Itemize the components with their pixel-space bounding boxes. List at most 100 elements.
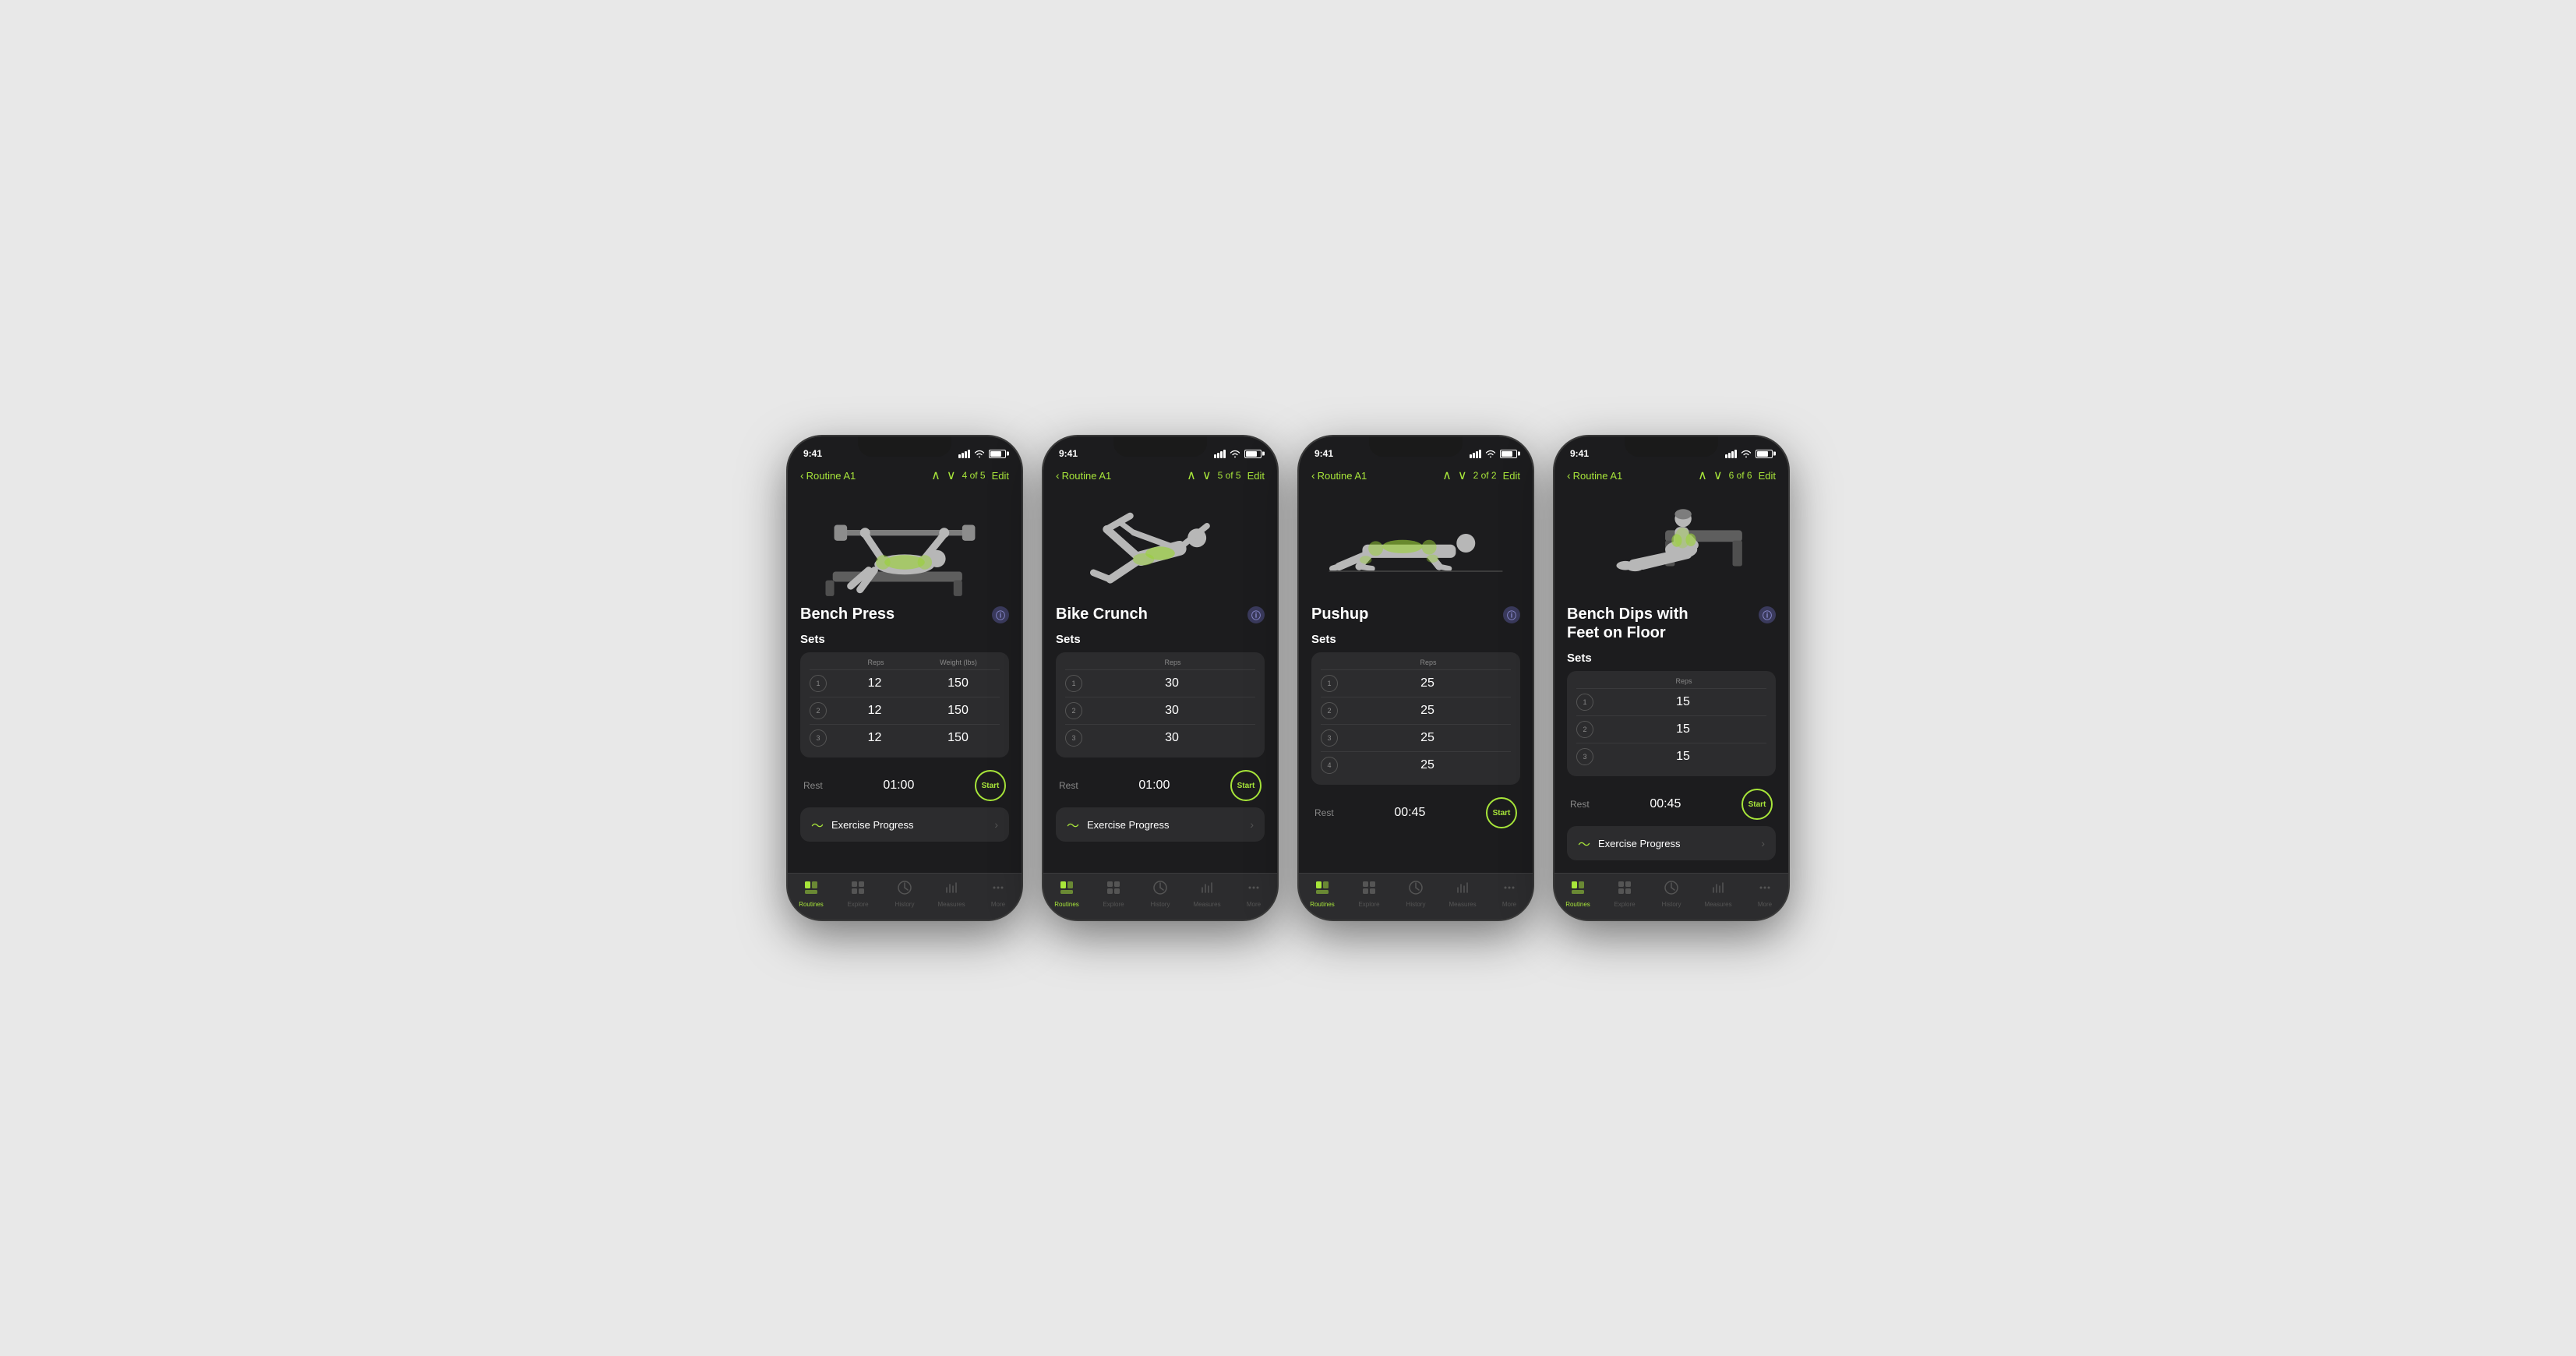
phone-screen: 9:41 bbox=[1554, 436, 1788, 920]
tab-item-measures[interactable]: Measures bbox=[932, 880, 971, 908]
tab-item-measures[interactable]: Measures bbox=[1699, 880, 1738, 908]
tab-label-explore: Explore bbox=[1358, 901, 1379, 908]
tab-item-explore[interactable]: Explore bbox=[838, 880, 877, 908]
back-chevron-icon: ‹ bbox=[800, 469, 804, 482]
wifi-icon bbox=[974, 450, 985, 457]
tab-item-measures[interactable]: Measures bbox=[1187, 880, 1226, 908]
tab-item-more[interactable]: More bbox=[1490, 880, 1529, 908]
status-icons bbox=[958, 450, 1006, 458]
rest-time: 01:00 bbox=[1078, 779, 1230, 793]
status-time: 9:41 bbox=[1059, 448, 1078, 459]
tab-icon-measures bbox=[944, 880, 959, 899]
tab-label-measures: Measures bbox=[1449, 901, 1476, 908]
tab-item-history[interactable]: History bbox=[1652, 880, 1691, 908]
tab-icon-explore bbox=[1617, 880, 1632, 899]
nav-right-controls: ∧ ∨ 2 of 2 Edit bbox=[1442, 468, 1520, 483]
tab-label-history: History bbox=[1662, 901, 1681, 908]
exercise-progress-row[interactable]: 〜 Exercise Progress › bbox=[1056, 807, 1265, 842]
tab-item-explore[interactable]: Explore bbox=[1350, 880, 1389, 908]
exercise-name: Bench Press bbox=[800, 605, 986, 623]
tab-item-routines[interactable]: Routines bbox=[1047, 880, 1086, 908]
tab-item-history[interactable]: History bbox=[1396, 880, 1435, 908]
nav-down-arrow[interactable]: ∨ bbox=[1713, 468, 1723, 483]
nav-down-arrow[interactable]: ∨ bbox=[1458, 468, 1467, 483]
nav-up-arrow[interactable]: ∧ bbox=[931, 468, 940, 483]
nav-edit-button[interactable]: Edit bbox=[992, 470, 1009, 482]
progress-left: 〜 Exercise Progress bbox=[1067, 815, 1170, 834]
tab-label-explore: Explore bbox=[847, 901, 868, 908]
tab-item-more[interactable]: More bbox=[979, 880, 1018, 908]
exercise-progress-row[interactable]: 〜 Exercise Progress › bbox=[800, 807, 1009, 842]
progress-icon: 〜 bbox=[1067, 815, 1079, 834]
nav-up-arrow[interactable]: ∧ bbox=[1442, 468, 1452, 483]
nav-edit-button[interactable]: Edit bbox=[1247, 470, 1265, 482]
tab-item-explore[interactable]: Explore bbox=[1094, 880, 1133, 908]
tab-item-more[interactable]: More bbox=[1745, 880, 1784, 908]
exercise-progress-row[interactable]: 〜 Exercise Progress › bbox=[1567, 826, 1776, 860]
rest-time: 00:45 bbox=[1590, 797, 1741, 811]
tab-icon-more bbox=[990, 880, 1006, 899]
tab-item-routines[interactable]: Routines bbox=[1303, 880, 1342, 908]
progress-icon: 〜 bbox=[1578, 834, 1590, 853]
tab-item-explore[interactable]: Explore bbox=[1605, 880, 1644, 908]
nav-back-button[interactable]: ‹ Routine A1 bbox=[1311, 469, 1367, 482]
nav-back-button[interactable]: ‹ Routine A1 bbox=[1567, 469, 1622, 482]
status-bar: 9:41 bbox=[1554, 436, 1788, 464]
set-reps: 25 bbox=[1344, 731, 1511, 745]
info-button[interactable]: ⓘ bbox=[1503, 606, 1520, 623]
tab-icon-history bbox=[1152, 880, 1168, 899]
info-button[interactable]: ⓘ bbox=[1247, 606, 1265, 623]
nav-up-arrow[interactable]: ∧ bbox=[1698, 468, 1707, 483]
sets-table-header: Reps bbox=[1576, 677, 1766, 685]
nav-back-button[interactable]: ‹ Routine A1 bbox=[800, 469, 856, 482]
set-reps: 30 bbox=[1089, 704, 1255, 718]
tab-item-history[interactable]: History bbox=[1141, 880, 1180, 908]
set-row: 2 30 bbox=[1065, 697, 1255, 724]
tab-icon-history bbox=[897, 880, 912, 899]
set-row: 1 12 150 bbox=[810, 669, 1000, 697]
phone-screen: 9:41 bbox=[1043, 436, 1277, 920]
tab-item-more[interactable]: More bbox=[1234, 880, 1273, 908]
sets-table: Reps 1 15 2 15 3 15 bbox=[1567, 671, 1776, 776]
start-button[interactable]: Start bbox=[975, 770, 1006, 801]
phone-screen: 9:41 bbox=[788, 436, 1022, 920]
set-row: 3 12 150 bbox=[810, 724, 1000, 751]
rest-row: Rest 01:00 Start bbox=[1056, 764, 1265, 807]
nav-up-arrow[interactable]: ∧ bbox=[1187, 468, 1196, 483]
tab-item-history[interactable]: History bbox=[885, 880, 924, 908]
tab-label-more: More bbox=[1502, 901, 1516, 908]
sets-label: Sets bbox=[800, 633, 1009, 646]
info-button[interactable]: ⓘ bbox=[992, 606, 1009, 623]
nav-down-arrow[interactable]: ∨ bbox=[1202, 468, 1212, 483]
nav-right-controls: ∧ ∨ 4 of 5 Edit bbox=[931, 468, 1009, 483]
nav-edit-button[interactable]: Edit bbox=[1759, 470, 1776, 482]
progress-text: Exercise Progress bbox=[831, 819, 913, 831]
nav-back-label: Routine A1 bbox=[1318, 470, 1367, 482]
nav-back-label: Routine A1 bbox=[1062, 470, 1112, 482]
nav-back-label: Routine A1 bbox=[806, 470, 856, 482]
set-reps: 12 bbox=[833, 704, 916, 718]
set-number: 3 bbox=[1065, 729, 1082, 747]
rest-label: Rest bbox=[1059, 780, 1078, 791]
tab-label-history: History bbox=[1406, 901, 1426, 908]
start-button[interactable]: Start bbox=[1741, 789, 1773, 820]
battery-icon bbox=[1244, 450, 1262, 458]
set-reps: 12 bbox=[833, 676, 916, 690]
tab-icon-history bbox=[1408, 880, 1424, 899]
exercise-content: Bike Crunch ⓘ Sets Reps 1 30 2 30 bbox=[1043, 488, 1277, 873]
nav-down-arrow[interactable]: ∨ bbox=[947, 468, 956, 483]
nav-back-button[interactable]: ‹ Routine A1 bbox=[1056, 469, 1111, 482]
info-button[interactable]: ⓘ bbox=[1759, 606, 1776, 623]
tab-item-routines[interactable]: Routines bbox=[792, 880, 831, 908]
set-number: 1 bbox=[1321, 675, 1338, 692]
progress-left: 〜 Exercise Progress bbox=[1578, 834, 1681, 853]
nav-position: 4 of 5 bbox=[962, 470, 986, 481]
tab-label-measures: Measures bbox=[937, 901, 965, 908]
tab-label-measures: Measures bbox=[1704, 901, 1731, 908]
tab-item-measures[interactable]: Measures bbox=[1443, 880, 1482, 908]
nav-edit-button[interactable]: Edit bbox=[1503, 470, 1520, 482]
status-bar: 9:41 bbox=[1043, 436, 1277, 464]
start-button[interactable]: Start bbox=[1486, 797, 1517, 828]
tab-item-routines[interactable]: Routines bbox=[1558, 880, 1597, 908]
start-button[interactable]: Start bbox=[1230, 770, 1262, 801]
